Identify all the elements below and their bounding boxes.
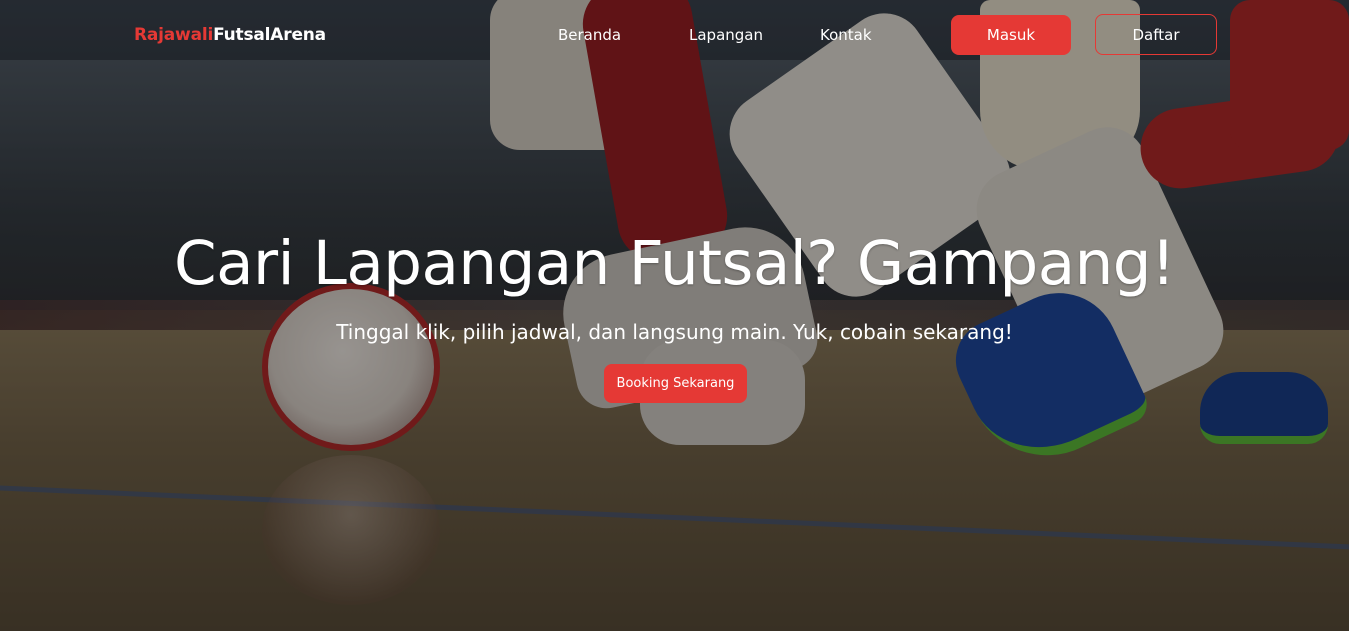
hero-title: Cari Lapangan Futsal? Gampang! (174, 228, 1175, 299)
login-button[interactable]: Masuk (951, 15, 1071, 55)
nav-link-kontak[interactable]: Kontak (820, 26, 872, 44)
brand-name-accent: Rajawali (134, 25, 214, 45)
nav-link-lapangan[interactable]: Lapangan (689, 26, 763, 44)
booking-button[interactable]: Booking Sekarang (604, 364, 747, 403)
brand-name-main: FutsalArena (213, 25, 326, 45)
navbar: RajawaliFutsalArena Beranda Lapangan Kon… (0, 0, 1349, 72)
brand-logo[interactable]: RajawaliFutsalArena (134, 25, 326, 45)
nav-link-beranda[interactable]: Beranda (558, 26, 621, 44)
dark-overlay (0, 0, 1349, 631)
register-button[interactable]: Daftar (1095, 14, 1217, 55)
hero-subtitle: Tinggal klik, pilih jadwal, dan langsung… (336, 320, 1013, 344)
